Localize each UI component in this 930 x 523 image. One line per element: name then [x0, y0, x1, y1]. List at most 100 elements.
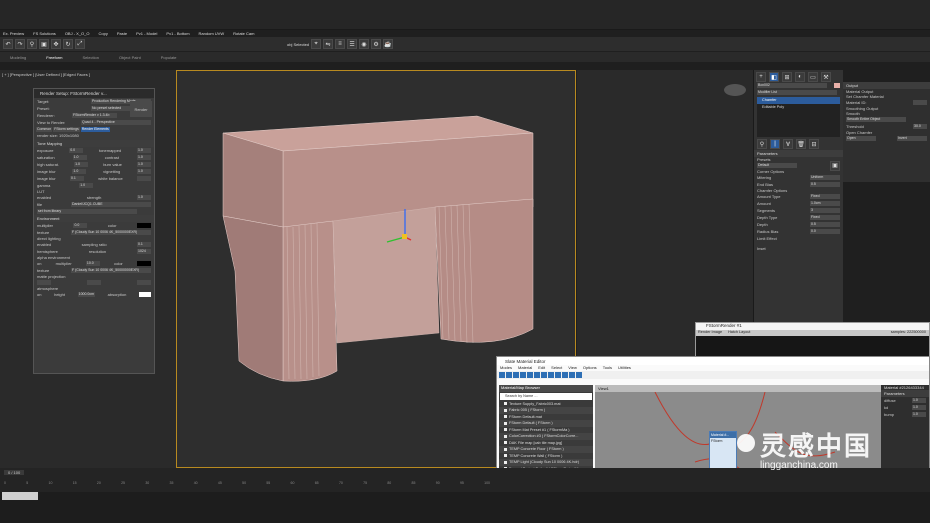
ribbon-tab[interactable]: Object Paint — [119, 55, 141, 60]
time-slider[interactable]: 0 / 100 — [4, 470, 25, 475]
object-name-field[interactable]: Box002 — [757, 83, 827, 88]
ribbon-tab-active[interactable]: Freeform — [46, 55, 62, 60]
material-node[interactable]: Material #... FStorm — [709, 431, 737, 469]
view-tab[interactable]: View1 — [595, 385, 881, 392]
browser-search-input[interactable]: Search by Name ... — [500, 393, 592, 400]
create-tab-icon[interactable]: + — [756, 72, 766, 82]
amount-spinner[interactable]: 1.0cm — [810, 201, 840, 206]
atmos-height-value[interactable]: 1000.0cm — [77, 292, 96, 297]
pick-material-icon[interactable] — [506, 372, 512, 378]
tone-value[interactable]: 1.0 — [137, 155, 151, 160]
material-parameter-icon[interactable] — [576, 372, 582, 378]
align-icon[interactable]: ≡ — [335, 39, 346, 49]
ribbon-tab[interactable]: Populate — [161, 55, 177, 60]
show-map-icon[interactable] — [548, 372, 554, 378]
tab-render-elements[interactable]: Render Elements — [80, 127, 110, 132]
render-setup-icon[interactable]: ⚙ — [371, 39, 382, 49]
sme-menu-item[interactable]: Edit — [538, 365, 545, 371]
tone-value[interactable] — [137, 176, 151, 181]
modify-tab-icon[interactable]: ◧ — [769, 72, 779, 82]
atmos-on-checkbox[interactable]: on — [37, 292, 41, 297]
sme-menu-item[interactable]: Modes — [500, 365, 512, 371]
move-children-icon[interactable] — [534, 372, 540, 378]
save-preset-icon[interactable]: ▣ — [830, 160, 840, 171]
quick-label[interactable]: Ex. Preview — [3, 31, 24, 36]
quick-label[interactable]: OBJ - X_O_O — [65, 31, 90, 36]
sme-menu-item[interactable]: View — [568, 365, 577, 371]
param-value[interactable]: 1.0 — [912, 398, 926, 403]
material-editor-icon[interactable]: ◉ — [359, 39, 370, 49]
quick-label[interactable]: Rotate Cam — [233, 31, 254, 36]
render-image-dropdown[interactable]: Render Image — [698, 330, 722, 336]
quick-label[interactable]: FS Solutions — [33, 31, 56, 36]
tone-value[interactable]: 0.0 — [69, 148, 84, 153]
snap-icon[interactable]: ⌖ — [311, 39, 322, 49]
tab-common[interactable]: Common — [36, 127, 53, 132]
quick-label[interactable]: Copy — [99, 31, 108, 36]
dl-hemisphere-checkbox[interactable]: hemisphere — [37, 249, 58, 254]
render-button[interactable]: Render — [130, 101, 152, 117]
dl-resolution-value[interactable]: 1024 — [137, 249, 151, 254]
mitering-dropdown[interactable]: Uniform — [810, 175, 840, 180]
matte-value[interactable] — [37, 280, 51, 285]
sme-menu-item[interactable]: Material — [518, 365, 532, 371]
lut-file-button[interactable]: Daniel/JCQ1.CUBE — [71, 202, 151, 207]
tone-value[interactable]: 1.0 — [136, 148, 151, 153]
limit-effect-checkbox[interactable]: Limit Effect — [757, 236, 777, 241]
tone-mapping-header[interactable]: Tone Mapping — [34, 140, 154, 147]
render-icon[interactable]: ☕ — [383, 39, 394, 49]
hatch-layout-dropdown[interactable]: Hatch Layout — [728, 330, 750, 336]
delete-icon[interactable] — [527, 372, 533, 378]
link-icon[interactable]: ⚲ — [27, 39, 37, 49]
quick-label[interactable]: Pv1 - Bottom — [166, 31, 189, 36]
matte-value[interactable] — [137, 280, 151, 285]
configure-sets-icon[interactable]: ⊟ — [809, 139, 819, 149]
radius-bias-spinner[interactable]: 0.0 — [810, 229, 840, 234]
layer-icon[interactable]: ☰ — [347, 39, 358, 49]
quick-label[interactable]: Pv1 - Model — [136, 31, 157, 36]
rotate-icon[interactable]: ↻ — [63, 39, 73, 49]
ribbon-tab[interactable]: Selection — [82, 55, 98, 60]
end-bias-spinner[interactable]: 0.5 — [810, 182, 840, 187]
parameters-header[interactable]: Parameters — [754, 150, 843, 157]
assign-material-icon[interactable] — [520, 372, 526, 378]
hierarchy-tab-icon[interactable]: ⊞ — [782, 72, 792, 82]
mirror-icon[interactable]: ⇋ — [323, 39, 334, 49]
dl-enabled-checkbox[interactable]: enabled — [37, 242, 51, 247]
view-select[interactable]: Quad 4 - Perspective — [81, 120, 151, 125]
redo-icon[interactable]: ↷ — [15, 39, 25, 49]
lut-library-button[interactable]: set from library — [37, 209, 137, 214]
selection-label[interactable]: obj Selected — [287, 42, 309, 47]
amount-type-dropdown[interactable]: Fixed — [810, 194, 840, 199]
stack-item-editable-poly[interactable]: Editable Poly — [757, 103, 840, 110]
sme-menu-item[interactable]: Options — [583, 365, 597, 371]
utilities-tab-icon[interactable]: ⚒ — [821, 72, 831, 82]
invert-button[interactable]: Invert — [897, 136, 927, 141]
tone-value[interactable]: 1.0 — [72, 169, 87, 174]
motion-tab-icon[interactable]: ◐ — [795, 72, 805, 82]
tab-fstorm[interactable]: FStorm settings — [53, 127, 80, 132]
tone-value[interactable]: 1.0 — [74, 162, 89, 167]
object-color-swatch[interactable] — [834, 83, 840, 88]
scale-icon[interactable]: ⤢ — [75, 39, 85, 49]
viewport-label[interactable]: [ + ] [Perspective ] [User Defined ] [Ed… — [2, 72, 90, 77]
tone-value[interactable]: 0.1 — [69, 176, 84, 181]
tone-value[interactable]: 1.0 — [136, 162, 151, 167]
move-icon[interactable]: ✥ — [51, 39, 61, 49]
depth-type-dropdown[interactable]: Fixed — [810, 215, 840, 220]
undo-icon[interactable]: ↶ — [3, 39, 13, 49]
maxscript-listener[interactable] — [2, 492, 38, 500]
tone-value[interactable]: 1.0 — [136, 169, 151, 174]
select-tool-icon[interactable] — [499, 372, 505, 378]
layout-children-icon[interactable] — [569, 372, 575, 378]
atmos-absorb-swatch[interactable] — [138, 292, 151, 297]
tone-value[interactable]: 1.0 — [79, 183, 94, 188]
make-unique-icon[interactable]: ∀ — [783, 139, 793, 149]
dl-sampling-value[interactable]: 0.1 — [137, 242, 151, 247]
env-color-swatch[interactable] — [137, 223, 151, 228]
smooth-entire-dropdown[interactable]: Smooth Entire Object — [846, 117, 906, 122]
sme-menu-item[interactable]: Utilities — [618, 365, 631, 371]
quick-label[interactable]: Paste — [117, 31, 127, 36]
threshold-spinner[interactable]: 30.0 — [913, 124, 927, 129]
depth-spinner[interactable]: 0.5 — [810, 222, 840, 227]
